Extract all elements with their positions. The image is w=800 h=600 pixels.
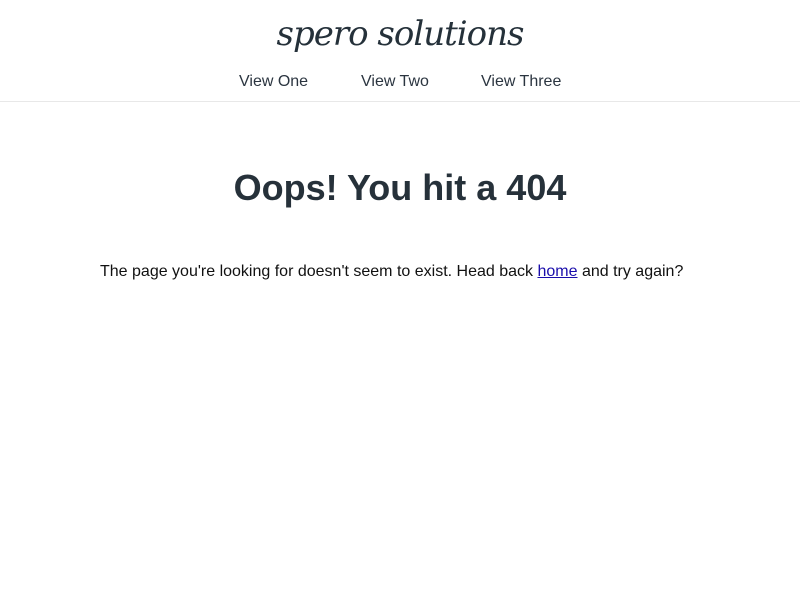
page-title: Oops! You hit a 404	[233, 167, 567, 208]
brand-logo[interactable]: spero solutions	[0, 10, 800, 58]
error-message: The page you're looking for doesn't seem…	[100, 261, 720, 283]
message-text-before: The page you're looking for doesn't seem…	[100, 263, 538, 280]
nav-item-view-two[interactable]: View Two	[361, 70, 429, 94]
nav-item-view-one[interactable]: View One	[239, 70, 308, 94]
site-header: spero solutions View One View Two View T…	[0, 0, 800, 102]
message-text-after: and try again?	[577, 263, 684, 280]
main-nav: View One View Two View Three	[0, 70, 800, 94]
home-link[interactable]: home	[537, 263, 577, 280]
nav-item-view-three[interactable]: View Three	[481, 70, 561, 94]
